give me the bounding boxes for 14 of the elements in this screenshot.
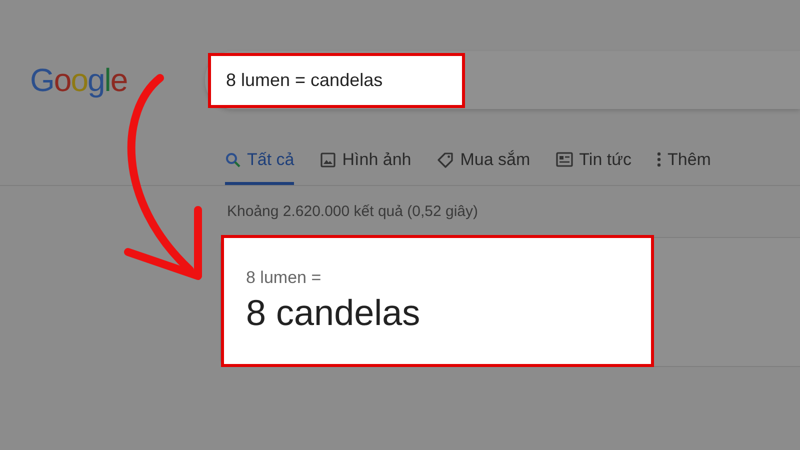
search-icon [225, 152, 241, 168]
tab[interactable]: Hình ảnh [320, 140, 412, 185]
tab[interactable]: Thêm [657, 140, 711, 185]
image-icon [320, 152, 336, 168]
conversion-result: 8 candelas [246, 292, 422, 334]
newspaper-icon [556, 152, 574, 167]
tag-icon [437, 152, 454, 168]
result-stats: Khoảng 2.620.000 kết quả (0,52 giây) [227, 203, 480, 220]
tab[interactable]: Tin tức [556, 140, 632, 185]
conversion-query: 8 lumen = [246, 268, 322, 288]
tab[interactable]: Mua sắm [437, 140, 530, 185]
more-icon [657, 152, 662, 167]
google-logo[interactable]: Google [30, 62, 200, 98]
search-field[interactable]: 8 lumen = candelas [208, 52, 465, 108]
